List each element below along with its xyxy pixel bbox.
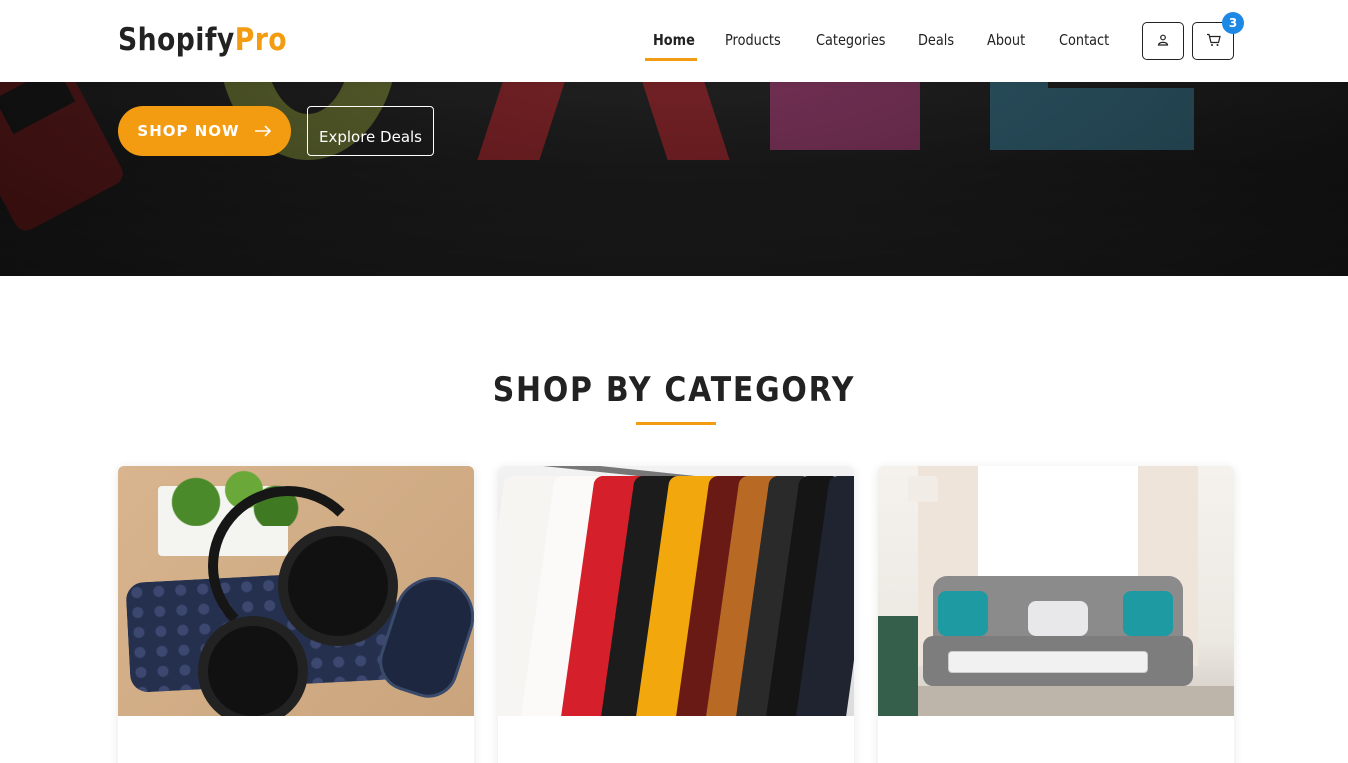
brand-name-main: Shopify: [118, 22, 235, 58]
clothing-image: [498, 466, 854, 716]
cart-icon: [1206, 33, 1221, 50]
category-card-clothing[interactable]: [498, 466, 854, 763]
pillow: [1028, 601, 1088, 636]
nav-item-about[interactable]: About: [987, 31, 1025, 49]
account-button[interactable]: [1142, 22, 1184, 60]
explore-deals-button[interactable]: Explore Deals: [307, 106, 434, 156]
nav-item-categories[interactable]: Categories: [816, 31, 886, 49]
section-title: SHOP BY CATEGORY: [0, 370, 1348, 410]
home-living-image: [878, 466, 1234, 716]
shop-now-button[interactable]: SHOP NOW: [118, 106, 291, 156]
nav-active-indicator: [645, 58, 697, 61]
floor: [878, 686, 1234, 716]
pillow: [938, 591, 988, 636]
pillow: [1123, 591, 1173, 636]
nav-item-products[interactable]: Products: [725, 31, 781, 49]
lamp: [908, 476, 938, 502]
section-title-underline: [636, 422, 716, 425]
nav-item-deals[interactable]: Deals: [918, 31, 954, 49]
cart-count-badge: 3: [1222, 12, 1244, 34]
nav-item-contact[interactable]: Contact: [1059, 31, 1109, 49]
navbar: ShopifyPro Home Products Categories Deal…: [0, 0, 1348, 82]
shop-now-label: SHOP NOW: [137, 122, 240, 140]
brand-logo[interactable]: ShopifyPro: [118, 22, 287, 58]
headphone-cup: [278, 526, 398, 646]
section-title-text: SHOP BY CATEGORY: [492, 370, 856, 410]
electronics-image: [118, 466, 474, 716]
brand-name-accent: Pro: [234, 22, 288, 58]
coffee-table: [948, 651, 1148, 673]
category-card-electronics[interactable]: [118, 466, 474, 763]
arrow-right-icon: [254, 121, 272, 142]
nav-item-home[interactable]: Home: [653, 31, 695, 49]
headphone-cup: [198, 616, 308, 716]
category-card-home-living[interactable]: [878, 466, 1234, 763]
user-icon: [1157, 34, 1169, 49]
plant: [878, 616, 918, 716]
